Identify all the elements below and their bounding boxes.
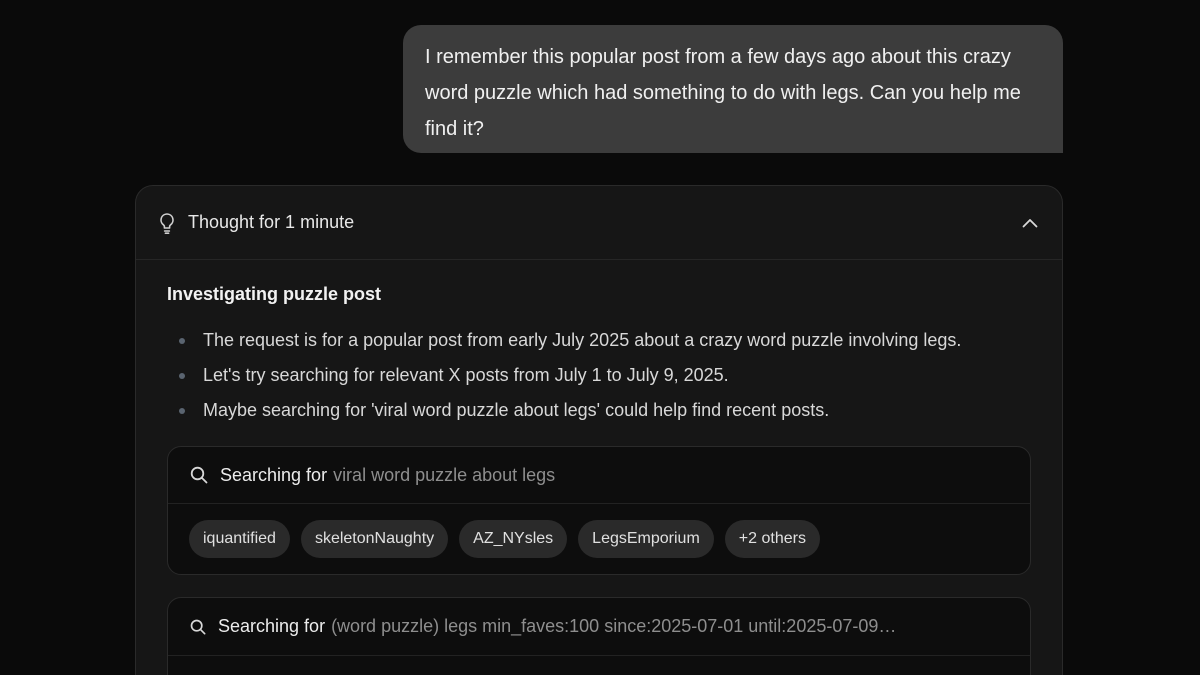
section-title: Investigating puzzle post (167, 284, 382, 304)
lightbulb-icon (158, 211, 178, 235)
reasoning-item: Let's try searching for relevant X posts… (167, 358, 1031, 393)
chevron-up-icon[interactable] (1020, 213, 1040, 233)
search-icon (190, 619, 206, 635)
result-chips: iquantified skeletonNaughty AZ_NYsles Le… (168, 504, 1030, 574)
search-query: viral word puzzle about legs (333, 464, 556, 485)
search-icon (190, 466, 208, 484)
reasoning-list: The request is for a popular post from e… (167, 323, 1031, 428)
thought-panel: Thought for 1 minute Investigating puzzl… (135, 185, 1063, 675)
user-message-text: I remember this popular post from a few … (425, 46, 1021, 140)
user-message-bubble: I remember this popular post from a few … (403, 25, 1063, 153)
more-results-chip[interactable]: +2 others (724, 520, 820, 558)
reasoning-item: Maybe searching for 'viral word puzzle a… (167, 393, 1031, 428)
search-label: Searching for (218, 616, 326, 636)
search-results-area (168, 656, 1030, 675)
result-chip[interactable]: LegsEmporium (578, 520, 714, 558)
result-chip[interactable]: AZ_NYsles (459, 520, 568, 558)
thought-header[interactable]: Thought for 1 minute (136, 186, 1062, 260)
chat-page: I remember this popular post from a few … (0, 0, 1200, 675)
reasoning-item: The request is for a popular post from e… (167, 323, 1031, 358)
thought-duration: Thought for 1 minute (188, 212, 355, 232)
search-step-card: Searching for (word puzzle) legs min_fav… (167, 597, 1031, 675)
search-query-row[interactable]: Searching for viral word puzzle about le… (168, 447, 1030, 504)
search-label: Searching for (220, 464, 328, 485)
thought-body: Investigating puzzle post The request is… (136, 260, 1062, 675)
result-chip[interactable]: skeletonNaughty (300, 520, 449, 558)
search-query: (word puzzle) legs min_faves:100 since:2… (331, 616, 897, 636)
search-step-card: Searching for viral word puzzle about le… (167, 446, 1031, 575)
result-chip[interactable]: iquantified (189, 520, 290, 558)
search-query-row[interactable]: Searching for (word puzzle) legs min_fav… (168, 598, 1030, 656)
